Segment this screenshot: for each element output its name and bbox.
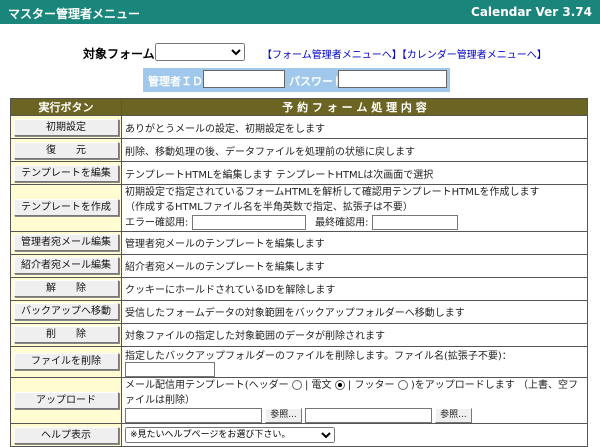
upload-file-input-2[interactable]	[304, 407, 432, 423]
final-check-input[interactable]	[371, 215, 458, 230]
upload-button[interactable]: アップロード	[13, 391, 119, 409]
nav-links: 【フォーム管理者メニューへ】【カレンダー管理者メニューへ】	[262, 46, 547, 61]
backup-filename-input[interactable]	[125, 361, 215, 377]
error-check-label: エラー確認用:	[125, 217, 189, 229]
login-bar: 管理者ＩＤ パスワード	[143, 68, 450, 92]
form-select-row: 対象フォーム： 【フォーム管理者メニューへ】【カレンダー管理者メニューへ】	[0, 42, 600, 62]
form-admin-link[interactable]: 【フォーム管理者メニューへ】	[262, 50, 402, 61]
table-row: テンプレートを作成 初期設定で指定されているフォームHTMLを解析して確認用テン…	[10, 184, 588, 232]
header-radio[interactable]	[291, 379, 302, 390]
action-table: 実行ボタン 予 約 フ ォ ー ム 処 理 内 容 初期設定 ありがとうメールの…	[10, 98, 588, 447]
row-desc: 初期設定で指定されているフォームHTMLを解析して確認用テンプレートHTMLを作…	[125, 187, 540, 198]
header-button: 実行ボタン	[10, 98, 122, 116]
title-bar: マスター管理者メニュー Calendar Ver 3.74	[0, 0, 600, 24]
row-desc: 対象ファイルの指定した対象範囲のデータが削除されます	[121, 322, 588, 347]
upload-desc-part: | 電文	[304, 379, 332, 391]
table-row: 削 除 対象ファイルの指定した対象範囲のデータが削除されます	[10, 322, 588, 347]
move-to-backup-button[interactable]: バックアップへ移動	[13, 303, 119, 320]
table-row: 初期設定 ありがとうメールの設定、初期設定をします	[10, 115, 588, 139]
table-row: バックアップへ移動 受信したフォームデータの対象範囲をバックアップフォルダーへ移…	[10, 299, 588, 324]
password-input[interactable]	[338, 70, 447, 88]
edit-template-button[interactable]: テンプレートを編集	[13, 164, 119, 182]
table-row: ファイルを削除 指定したバックアップフォルダーのファイルを削除します。ファイル名…	[10, 345, 588, 378]
page-title: マスター管理者メニュー	[8, 7, 141, 21]
row-desc: 指定したバックアップフォルダーのファイルを削除します。ファイル名(拡張子不要)：	[125, 350, 512, 362]
row-desc-group: 初期設定で指定されているフォームHTMLを解析して確認用テンプレートHTMLを作…	[121, 184, 588, 232]
browse-button-2[interactable]: 参照...	[435, 407, 472, 423]
row-desc: 管理者宛メールのテンプレートを編集します	[121, 230, 588, 255]
admin-id-input[interactable]	[203, 70, 285, 88]
admin-id-label: 管理者ＩＤ	[148, 75, 203, 88]
browse-button-1[interactable]: 参照...	[265, 407, 302, 423]
delete-file-button[interactable]: ファイルを削除	[13, 353, 119, 370]
error-check-input[interactable]	[191, 215, 306, 230]
row-desc: 削除、移動処理の後、データファイルを処理前の状態に戻します	[121, 138, 588, 162]
referrer-mail-edit-button[interactable]: 紹介者宛メール編集	[13, 257, 119, 274]
initial-settings-button[interactable]: 初期設定	[13, 118, 119, 136]
delete-button[interactable]: 削 除	[13, 326, 119, 343]
row-desc: 紹介者宛メールのテンプレートを編集します	[121, 253, 588, 278]
body-radio[interactable]	[334, 379, 345, 390]
row-desc-group: ※見たいヘルプページをお選び下さい。	[121, 423, 588, 447]
table-row: 解 除 クッキーにホールドされているIDを解除します	[10, 276, 588, 301]
row-desc: 受信したフォームデータの対象範囲をバックアップフォルダーへ移動します	[121, 299, 588, 324]
version-label: Calendar Ver 3.74	[471, 5, 592, 19]
row-desc: ありがとうメールの設定、初期設定をします	[121, 115, 588, 139]
table-row: 復 元 削除、移動処理の後、データファイルを処理前の状態に戻します	[10, 138, 588, 162]
upload-file-fields: 参照... 参照...	[125, 407, 584, 424]
upload-desc: メール配信用テンプレート(ヘッダー | 電文 | フッター )をアップロードしま…	[125, 378, 584, 408]
table-row: 紹介者宛メール編集 紹介者宛メールのテンプレートを編集します	[10, 253, 588, 278]
help-button[interactable]: ヘルプ表示	[13, 426, 119, 444]
password-label: パスワード	[289, 75, 344, 88]
calendar-admin-link[interactable]: 【カレンダー管理者メニューへ】	[402, 50, 547, 61]
row-desc: テンプレートHTMLを編集します テンプレートHTMLは次画面で選択	[121, 161, 588, 185]
upload-file-input-1[interactable]	[125, 407, 262, 423]
header-desc: 予 約 フ ォ ー ム 処 理 内 容	[121, 98, 588, 116]
table-row: テンプレートを編集 テンプレートHTMLを編集します テンプレートHTMLは次画…	[10, 161, 588, 185]
table-row: 管理者宛メール編集 管理者宛メールのテンプレートを編集します	[10, 230, 588, 255]
upload-desc-part: | フッター	[347, 379, 395, 391]
template-name-fields: エラー確認用: 最終確認用:	[125, 215, 584, 231]
row-desc-group: 指定したバックアップフォルダーのファイルを削除します。ファイル名(拡張子不要)：	[121, 345, 588, 378]
create-template-button[interactable]: テンプレートを作成	[13, 199, 119, 217]
restore-button[interactable]: 復 元	[13, 141, 119, 159]
table-header: 実行ボタン 予 約 フ ォ ー ム 処 理 内 容	[10, 98, 588, 116]
release-button[interactable]: 解 除	[13, 280, 119, 297]
form-select[interactable]	[155, 43, 245, 61]
row-desc: クッキーにホールドされているIDを解除します	[121, 276, 588, 301]
table-row: ヘルプ表示 ※見たいヘルプページをお選び下さい。	[10, 423, 588, 447]
upload-desc-part: メール配信用テンプレート(ヘッダー	[125, 379, 289, 391]
row-desc-group: メール配信用テンプレート(ヘッダー | 電文 | フッター )をアップロードしま…	[121, 376, 588, 424]
final-check-label: 最終確認用:	[315, 217, 369, 229]
table-row: アップロード メール配信用テンプレート(ヘッダー | 電文 | フッター )をア…	[10, 376, 588, 424]
row-desc-note: （作成するHTMLファイル名を半角英数で指定、拡張子は不要）	[125, 202, 413, 213]
help-page-select[interactable]: ※見たいヘルプページをお選び下さい。	[125, 427, 335, 443]
admin-mail-edit-button[interactable]: 管理者宛メール編集	[13, 234, 119, 251]
footer-radio[interactable]	[397, 379, 408, 390]
